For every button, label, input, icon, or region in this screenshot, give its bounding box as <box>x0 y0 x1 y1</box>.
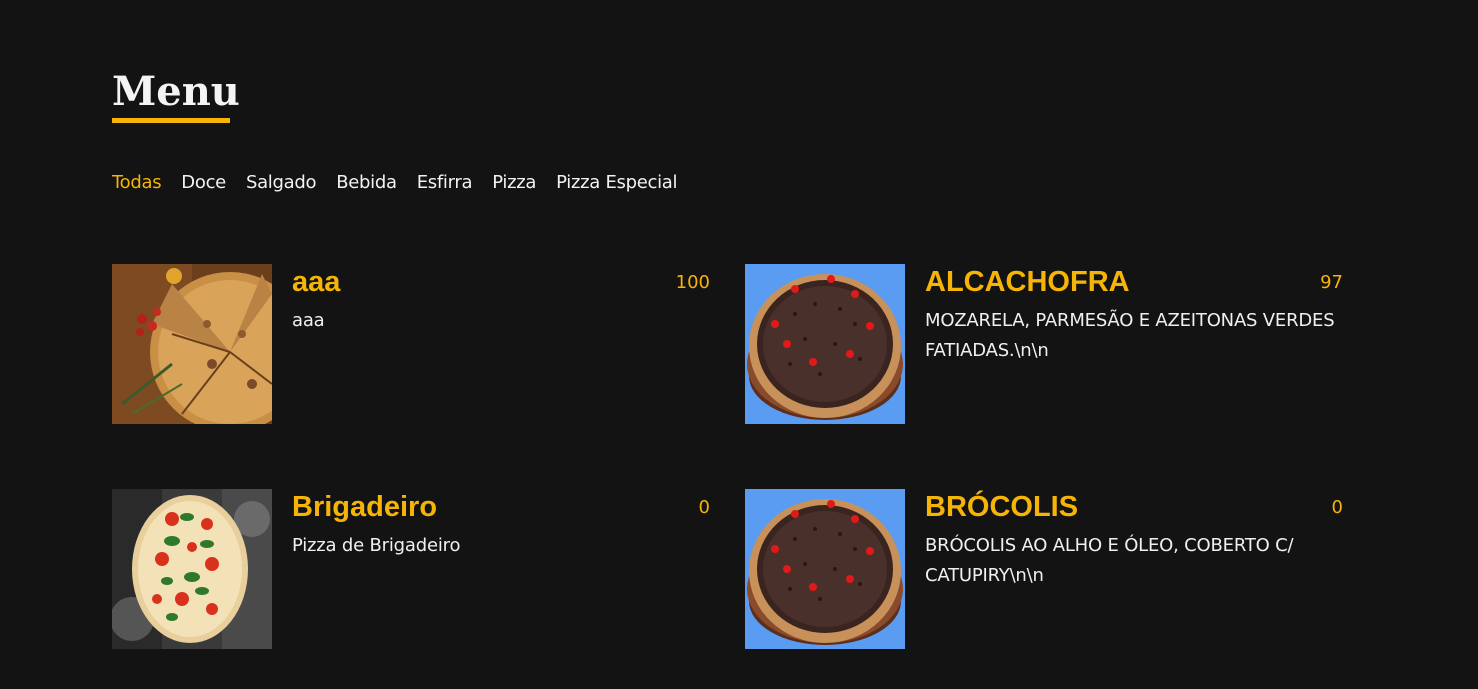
page-title: Menu <box>112 68 240 115</box>
menu-item-card[interactable]: Brigadeiro 0 Pizza de Brigadeiro <box>112 489 712 649</box>
filter-todas[interactable]: Todas <box>112 170 162 196</box>
filter-pizza-especial[interactable]: Pizza Especial <box>556 170 677 196</box>
menu-page: Menu Todas Doce Salgado Bebida Esfirra P… <box>0 0 1478 689</box>
chocolate-pizza-photo <box>745 489 905 649</box>
filter-pizza[interactable]: Pizza <box>492 170 536 196</box>
item-name: aaa <box>292 266 341 298</box>
item-description: BRÓCOLIS AO ALHO E ÓLEO, COBERTO C/ CATU… <box>925 535 1294 586</box>
margherita-pizza-photo <box>112 489 272 649</box>
item-name: BRÓCOLIS <box>925 491 1079 523</box>
category-filters: Todas Doce Salgado Bebida Esfirra Pizza … <box>112 170 678 196</box>
item-description: MOZARELA, PARMESÃO E AZEITONAS VERDES FA… <box>925 310 1335 361</box>
title-underline <box>112 118 230 123</box>
item-price: 100 <box>675 272 710 293</box>
menu-item-card[interactable]: ALCACHOFRA 97 MOZARELA, PARMESÃO E AZEIT… <box>745 264 1345 424</box>
item-price: 0 <box>1331 497 1343 518</box>
item-name: Brigadeiro <box>292 491 438 523</box>
filter-salgado[interactable]: Salgado <box>246 170 317 196</box>
item-price: 97 <box>1320 272 1343 293</box>
filter-bebida[interactable]: Bebida <box>336 170 397 196</box>
item-price: 0 <box>698 497 710 518</box>
chocolate-pizza-photo <box>745 264 905 424</box>
filter-doce[interactable]: Doce <box>181 170 226 196</box>
menu-item-card[interactable]: aaa 100 aaa <box>112 264 712 424</box>
filter-esfirra[interactable]: Esfirra <box>417 170 473 196</box>
item-name: ALCACHOFRA <box>925 266 1130 298</box>
item-description: Pizza de Brigadeiro <box>292 535 461 556</box>
item-description: aaa <box>292 310 325 331</box>
menu-item-card[interactable]: BRÓCOLIS 0 BRÓCOLIS AO ALHO E ÓLEO, COBE… <box>745 489 1345 649</box>
pizza-slices-photo <box>112 264 272 424</box>
